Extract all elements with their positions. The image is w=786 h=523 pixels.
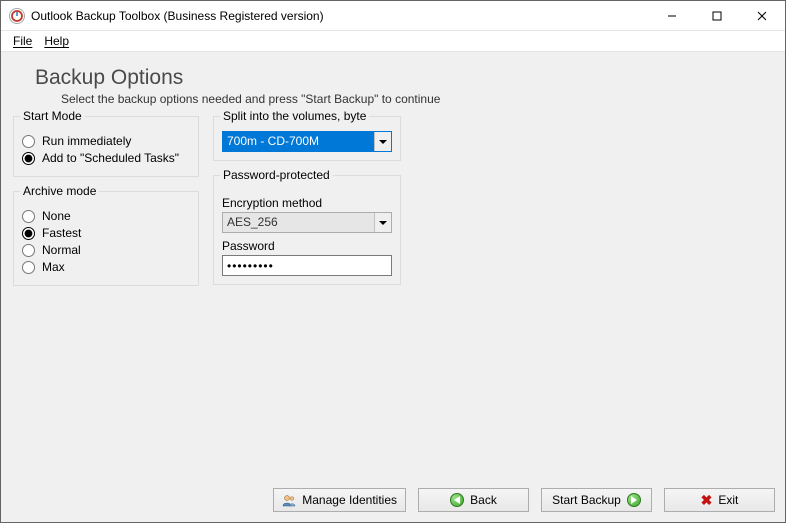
radio-archive-none[interactable]: None bbox=[22, 209, 190, 223]
app-icon bbox=[9, 8, 25, 24]
maximize-button[interactable] bbox=[694, 1, 739, 30]
radio-run-immediately-input[interactable] bbox=[22, 135, 35, 148]
minimize-button[interactable] bbox=[649, 1, 694, 30]
archive-mode-group: Archive mode None Fastest Normal bbox=[13, 191, 199, 286]
menu-bar: File Help bbox=[1, 31, 785, 51]
password-input[interactable] bbox=[222, 255, 392, 276]
radio-archive-none-input[interactable] bbox=[22, 210, 35, 223]
encryption-label: Encryption method bbox=[222, 196, 392, 210]
radio-archive-max-label: Max bbox=[42, 260, 65, 274]
split-volumes-legend: Split into the volumes, byte bbox=[220, 109, 369, 123]
radio-archive-fastest[interactable]: Fastest bbox=[22, 226, 190, 240]
back-icon bbox=[450, 493, 464, 507]
title-bar: Outlook Backup Toolbox (Business Registe… bbox=[1, 1, 785, 31]
radio-archive-fastest-label: Fastest bbox=[42, 226, 81, 240]
people-icon bbox=[282, 493, 296, 507]
archive-mode-legend: Archive mode bbox=[20, 184, 99, 198]
chevron-down-icon bbox=[379, 221, 387, 225]
encryption-chevron[interactable] bbox=[374, 213, 391, 232]
page-title: Backup Options bbox=[35, 66, 767, 90]
encryption-value: AES_256 bbox=[223, 213, 374, 232]
radio-run-immediately[interactable]: Run immediately bbox=[22, 134, 190, 148]
exit-button[interactable]: ✖ Exit bbox=[664, 488, 775, 512]
client-area: Backup Options Select the backup options… bbox=[1, 51, 785, 522]
radio-scheduled-label: Add to "Scheduled Tasks" bbox=[42, 151, 179, 165]
password-legend: Password-protected bbox=[220, 168, 333, 182]
menu-file[interactable]: File bbox=[13, 34, 32, 48]
radio-archive-normal-input[interactable] bbox=[22, 244, 35, 257]
window-title: Outlook Backup Toolbox (Business Registe… bbox=[31, 9, 324, 23]
left-column: Start Mode Run immediately Add to "Sched… bbox=[13, 116, 199, 470]
radio-archive-fastest-input[interactable] bbox=[22, 227, 35, 240]
split-volumes-group: Split into the volumes, byte 700m - CD-7… bbox=[213, 116, 401, 161]
start-mode-legend: Start Mode bbox=[20, 109, 85, 123]
radio-archive-normal-label: Normal bbox=[42, 243, 81, 257]
content: Start Mode Run immediately Add to "Sched… bbox=[1, 116, 785, 478]
password-group: Password-protected Encryption method AES… bbox=[213, 175, 401, 285]
menu-help[interactable]: Help bbox=[44, 34, 69, 48]
right-column: Split into the volumes, byte 700m - CD-7… bbox=[213, 116, 401, 470]
app-window: Outlook Backup Toolbox (Business Registe… bbox=[0, 0, 786, 523]
start-backup-button[interactable]: Start Backup bbox=[541, 488, 652, 512]
back-button[interactable]: Back bbox=[418, 488, 529, 512]
radio-scheduled[interactable]: Add to "Scheduled Tasks" bbox=[22, 151, 190, 165]
encryption-combo[interactable]: AES_256 bbox=[222, 212, 392, 233]
forward-icon bbox=[627, 493, 641, 507]
radio-archive-none-label: None bbox=[42, 209, 71, 223]
close-button[interactable] bbox=[739, 1, 785, 30]
close-icon: ✖ bbox=[701, 493, 713, 507]
page-subtitle: Select the backup options needed and pre… bbox=[61, 92, 767, 106]
password-label: Password bbox=[222, 239, 392, 253]
split-volumes-combo[interactable]: 700m - CD-700M bbox=[222, 131, 392, 152]
button-bar: Manage Identities Back Start Backup ✖ Ex… bbox=[1, 478, 785, 522]
radio-scheduled-input[interactable] bbox=[22, 152, 35, 165]
radio-archive-max[interactable]: Max bbox=[22, 260, 190, 274]
split-volumes-chevron[interactable] bbox=[374, 132, 391, 151]
radio-run-immediately-label: Run immediately bbox=[42, 134, 131, 148]
radio-archive-max-input[interactable] bbox=[22, 261, 35, 274]
split-volumes-value: 700m - CD-700M bbox=[223, 132, 374, 151]
manage-identities-button[interactable]: Manage Identities bbox=[273, 488, 406, 512]
back-label: Back bbox=[470, 493, 497, 507]
start-backup-label: Start Backup bbox=[552, 493, 621, 507]
radio-archive-normal[interactable]: Normal bbox=[22, 243, 190, 257]
page-header: Backup Options Select the backup options… bbox=[1, 52, 785, 116]
manage-identities-label: Manage Identities bbox=[302, 493, 397, 507]
chevron-down-icon bbox=[379, 140, 387, 144]
exit-label: Exit bbox=[718, 493, 738, 507]
start-mode-group: Start Mode Run immediately Add to "Sched… bbox=[13, 116, 199, 177]
